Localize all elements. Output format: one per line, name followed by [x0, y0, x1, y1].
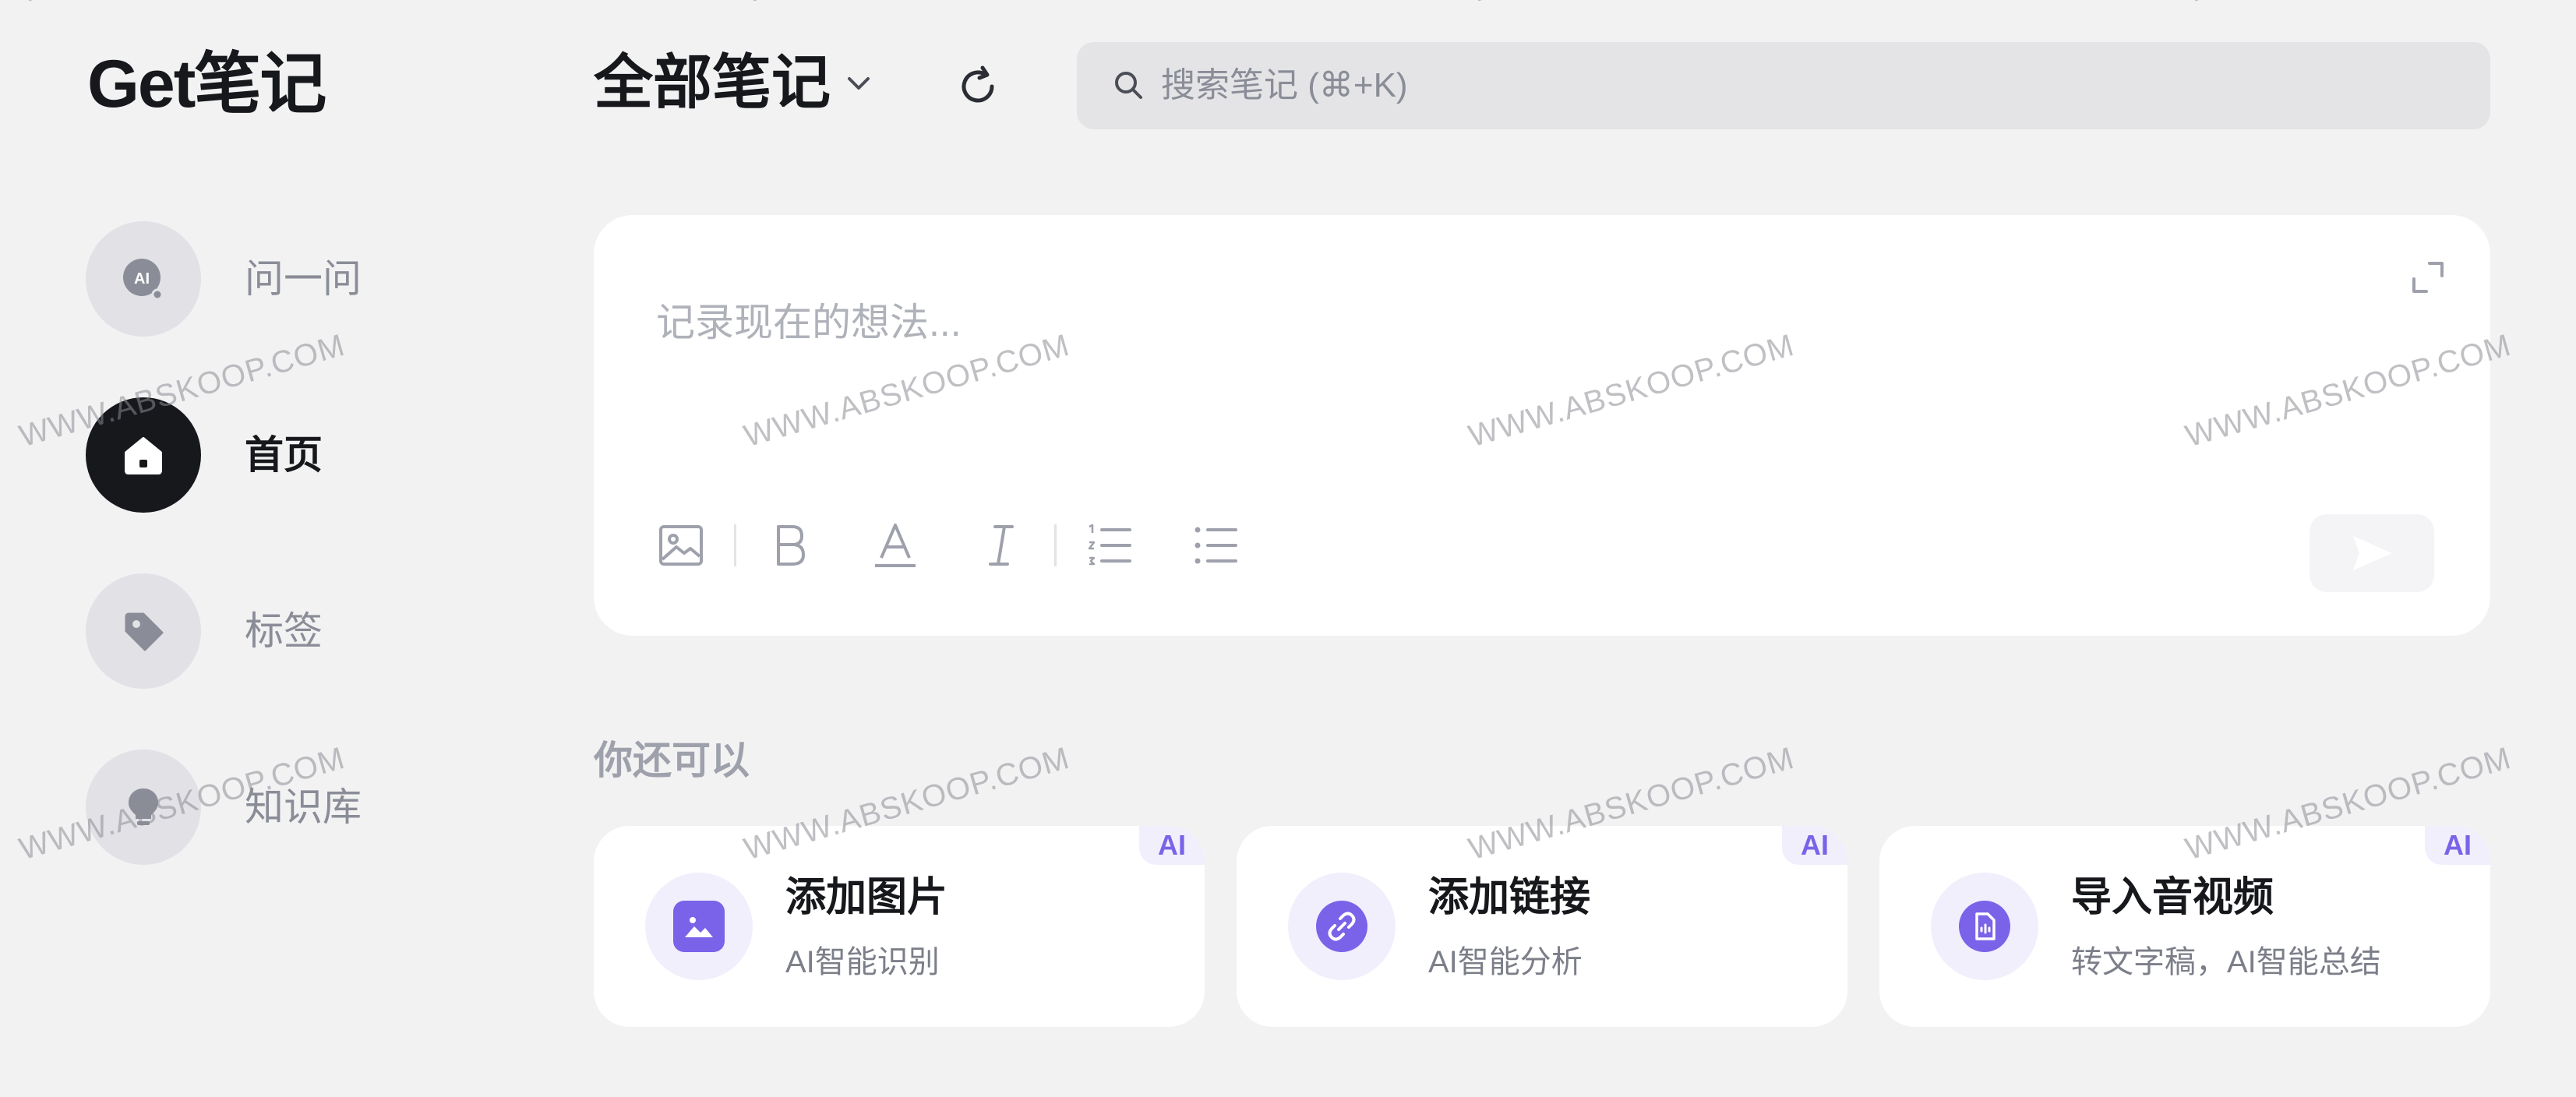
editor-input[interactable]: 记录现在的想法... — [656, 299, 962, 346]
link-icon — [1316, 901, 1367, 952]
lightbulb-icon — [129, 788, 158, 825]
bold-button[interactable] — [758, 514, 820, 577]
ai-badge: AI — [1782, 826, 1847, 865]
chevron-down-icon — [843, 68, 874, 99]
text-color-icon — [875, 524, 916, 567]
ai-badge: AI — [2425, 826, 2490, 865]
ai-chat-icon-text: AI — [134, 270, 150, 287]
image-icon — [659, 525, 703, 566]
sidebar-item-home-label: 首页 — [245, 433, 323, 477]
bullet-list-button[interactable] — [1184, 514, 1247, 577]
expand-button[interactable] — [2405, 254, 2451, 301]
insert-image-button[interactable] — [650, 514, 712, 577]
add-image-card[interactable]: 添加图片 AI智能识别 AI — [594, 826, 1205, 1027]
import-audio-video-icon-wrap — [1931, 873, 2038, 980]
send-icon — [2353, 536, 2392, 570]
sidebar-item-ask-label: 问一问 — [245, 257, 362, 301]
app-logo[interactable]: Get笔记 — [87, 45, 326, 123]
watermark: WWW.ABSKOOP.COM — [740, 0, 1074, 10]
add-image-icon-wrap — [645, 873, 753, 980]
bullet-list-icon — [1194, 527, 1237, 564]
search-icon — [1111, 68, 1147, 104]
sidebar-item-ask[interactable]: AI 问一问 — [86, 221, 413, 337]
watermark: WWW.ABSKOOP.COM — [16, 0, 349, 10]
sidebar-item-knowledge-label: 知识库 — [245, 785, 362, 829]
tag-icon — [125, 612, 164, 651]
search-bar[interactable] — [1077, 42, 2490, 129]
ordered-list-button[interactable] — [1078, 514, 1141, 577]
editor-toolbar — [650, 514, 1247, 577]
toolbar-divider — [734, 524, 736, 566]
send-button[interactable] — [2310, 514, 2434, 592]
sidebar-item-home-circle — [86, 397, 201, 513]
sidebar-item-home[interactable]: 首页 — [86, 397, 413, 513]
ai-chat-icon: AI — [123, 259, 164, 301]
search-input[interactable] — [1159, 58, 2409, 114]
italic-icon — [989, 525, 1014, 566]
sidebar-item-knowledge[interactable]: 知识库 — [86, 750, 413, 865]
import-audio-video-card[interactable]: 导入音视频 转文字稿，AI智能总结 AI — [1879, 826, 2490, 1027]
sidebar-item-tags-circle — [86, 573, 201, 689]
add-link-card[interactable]: 添加链接 AI智能分析 AI — [1237, 826, 1847, 1027]
quick-actions: 添加图片 AI智能识别 AI 添加链接 AI智能分析 AI 导入音视频 转文字稿… — [594, 826, 2490, 1027]
bold-icon — [777, 525, 805, 566]
card-title: 导入音视频 — [2071, 875, 2274, 920]
toolbar-divider — [1054, 524, 1057, 566]
page-title: 全部笔记 — [594, 50, 831, 116]
card-subtitle: AI智能分析 — [1428, 945, 1583, 979]
expand-icon — [2412, 262, 2444, 293]
ordered-list-icon — [1088, 524, 1131, 566]
italic-button[interactable] — [970, 514, 1032, 577]
sidebar-item-tags[interactable]: 标签 — [86, 573, 413, 689]
card-title: 添加图片 — [785, 875, 948, 920]
audio-file-icon — [1959, 901, 2010, 952]
home-icon — [125, 437, 162, 474]
ai-badge: AI — [1139, 826, 1205, 865]
text-color-button[interactable] — [864, 514, 926, 577]
section-title-also: 你还可以 — [594, 739, 750, 782]
sidebar-item-ask-circle: AI — [86, 221, 201, 337]
sidebar-item-knowledge-circle — [86, 750, 201, 865]
notes-filter-dropdown[interactable]: 全部笔记 — [594, 48, 874, 118]
watermark: WWW.ABSKOOP.COM — [2182, 0, 2515, 10]
card-subtitle: 转文字稿，AI智能总结 — [2071, 945, 2381, 979]
sidebar-item-tags-label: 标签 — [245, 609, 323, 653]
image-icon — [673, 901, 725, 952]
refresh-icon — [962, 65, 994, 103]
watermark: WWW.ABSKOOP.COM — [1465, 0, 1798, 10]
note-editor: 记录现在的想法... — [594, 215, 2490, 636]
card-subtitle: AI智能识别 — [785, 945, 940, 979]
card-title: 添加链接 — [1428, 875, 1591, 920]
add-link-icon-wrap — [1288, 873, 1396, 980]
refresh-button[interactable] — [952, 61, 1004, 112]
